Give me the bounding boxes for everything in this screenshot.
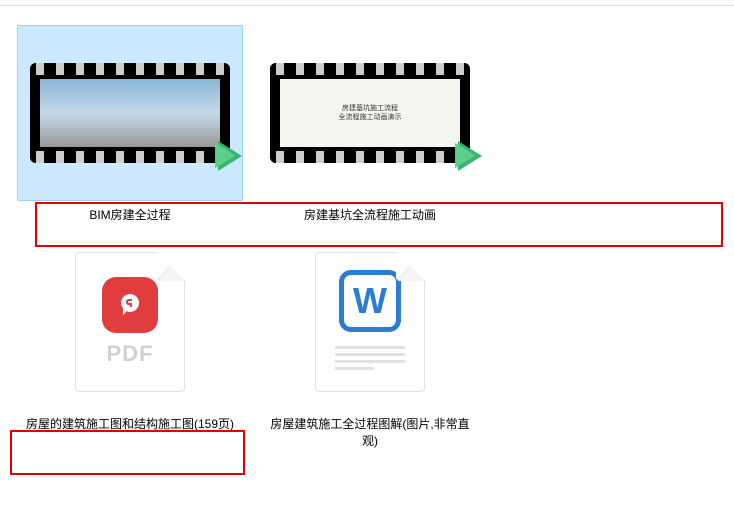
file-label: 房屋的建筑施工图和结构施工图(159页) — [15, 416, 245, 433]
film-sprocket-bottom — [30, 151, 230, 163]
doc-thumbnail: W — [260, 237, 480, 407]
doc-line — [335, 346, 405, 349]
video-thumbnail: 房建基坑施工流程全流程施工动画演示 — [260, 58, 480, 168]
doc-line — [335, 367, 374, 370]
play-icon — [208, 136, 248, 176]
doc-text-lines — [335, 342, 405, 374]
pdf-badge-icon — [102, 277, 158, 333]
doc-icon-pdf: PDF — [75, 252, 185, 392]
word-letter: W — [353, 280, 387, 322]
thumb-wrap: PDF — [17, 234, 243, 410]
file-grid: BIM房建全过程 房建基坑施工流程全流程施工动画演示 房建基坑全流程施工动画 — [0, 0, 734, 464]
file-label: 房建基坑全流程施工动画 — [255, 207, 485, 224]
file-label: BIM房建全过程 — [15, 207, 245, 224]
video-preview: 房建基坑施工流程全流程施工动画演示 — [280, 79, 460, 147]
video-preview — [40, 79, 220, 147]
film-frame — [30, 63, 230, 163]
page-corner-fold — [156, 253, 184, 281]
film-sprocket-top — [270, 63, 470, 75]
file-item-pdf[interactable]: PDF 房屋的建筑施工图和结构施工图(159页) — [15, 234, 245, 433]
doc-line — [335, 353, 405, 356]
film-sprocket-bottom — [270, 151, 470, 163]
doc-line — [335, 360, 405, 363]
doc-page: PDF — [75, 252, 185, 392]
video-thumbnail — [20, 58, 240, 168]
doc-icon-word: W — [315, 252, 425, 392]
doc-page: W — [315, 252, 425, 392]
thumb-wrap: 房建基坑施工流程全流程施工动画演示 — [257, 25, 483, 201]
preview-text: 房建基坑施工流程全流程施工动画演示 — [298, 104, 442, 122]
doc-thumbnail: PDF — [20, 237, 240, 407]
word-badge-icon: W — [339, 270, 401, 332]
window-header-strip — [0, 0, 734, 6]
pdf-text-label: PDF — [107, 341, 154, 367]
play-icon — [448, 136, 488, 176]
page-corner-fold — [396, 253, 424, 281]
thumb-wrap — [17, 25, 243, 201]
file-item-video-2[interactable]: 房建基坑施工流程全流程施工动画演示 房建基坑全流程施工动画 — [255, 25, 485, 224]
file-item-video-1[interactable]: BIM房建全过程 — [15, 25, 245, 224]
thumb-wrap: W — [257, 234, 483, 410]
film-sprocket-top — [30, 63, 230, 75]
file-label: 房屋建筑施工全过程图解(图片,非常直观) — [255, 416, 485, 450]
file-item-word[interactable]: W 房屋建筑施工全过程图解(图片,非常直观) — [255, 234, 485, 450]
film-frame: 房建基坑施工流程全流程施工动画演示 — [270, 63, 470, 163]
